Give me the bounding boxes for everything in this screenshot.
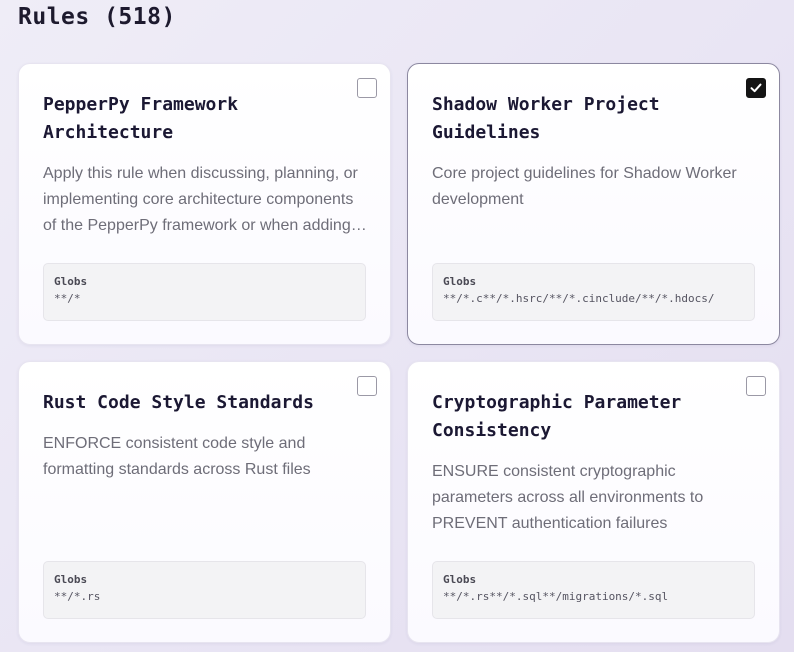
globs-label: Globs xyxy=(54,573,88,586)
globs-label: Globs xyxy=(443,275,477,288)
globs-value: **/*.rs xyxy=(54,590,101,603)
rule-select-checkbox[interactable] xyxy=(357,78,377,98)
globs-box: Globs **/*.rs**/*.sql**/migrations/*.sql xyxy=(432,561,755,619)
rule-card-description: Apply this rule when discussing, plannin… xyxy=(43,165,358,234)
checkmark-icon xyxy=(750,83,762,93)
page-title: Rules (518) xyxy=(18,4,176,30)
rule-select-checkbox[interactable] xyxy=(357,376,377,396)
globs-value: **/*.rs**/*.sql**/migrations/*.sql xyxy=(443,590,669,603)
rule-select-checkbox[interactable] xyxy=(746,78,766,98)
rule-card-description: ENFORCE consistent code style and format… xyxy=(43,435,311,478)
rule-card[interactable]: PepperPy Framework Architecture Apply th… xyxy=(18,63,391,345)
rule-card-selected[interactable]: Shadow Worker Project Guidelines Core pr… xyxy=(407,63,780,345)
rule-card-description: ENSURE consistent cryptographic paramete… xyxy=(432,463,704,532)
globs-label: Globs xyxy=(54,275,88,288)
rule-card-title: Cryptographic Parameter Consistency xyxy=(432,392,682,441)
globs-value: **/* xyxy=(54,292,81,305)
globs-box: Globs **/*.rs xyxy=(43,561,366,619)
globs-box: Globs **/* xyxy=(43,263,366,321)
globs-value: **/*.c**/*.hsrc/**/*.cinclude/**/*.hdocs… xyxy=(443,292,715,305)
globs-box: Globs **/*.c**/*.hsrc/**/*.cinclude/**/*… xyxy=(432,263,755,321)
rule-card[interactable]: Rust Code Style Standards ENFORCE consis… xyxy=(18,361,391,643)
globs-label: Globs xyxy=(443,573,477,586)
rule-card-description: Core project guidelines for Shadow Worke… xyxy=(432,165,737,208)
rule-select-checkbox[interactable] xyxy=(746,376,766,396)
rule-card-title: Shadow Worker Project Guidelines xyxy=(432,94,660,143)
rule-card-title: PepperPy Framework Architecture xyxy=(43,94,239,143)
rule-card-title: Rust Code Style Standards xyxy=(43,392,314,413)
rule-card[interactable]: Cryptographic Parameter Consistency ENSU… xyxy=(407,361,780,643)
